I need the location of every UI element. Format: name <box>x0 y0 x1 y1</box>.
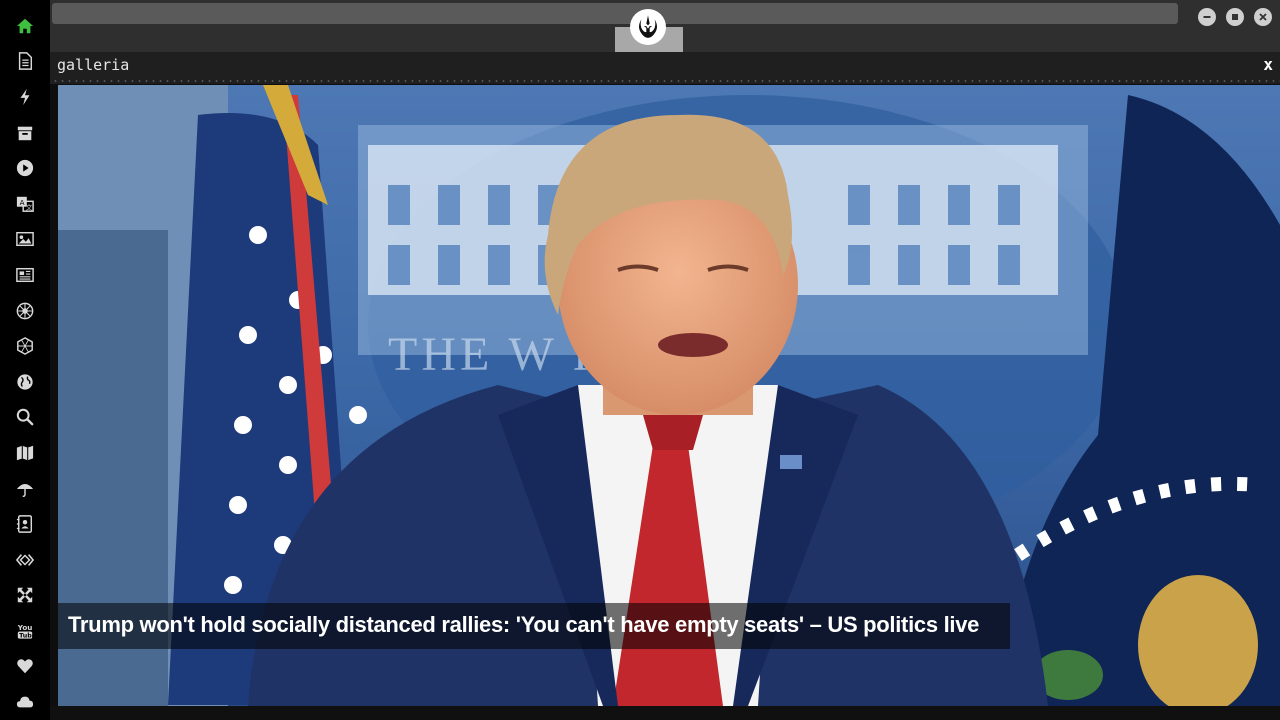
map-icon[interactable] <box>0 435 50 471</box>
caption-text[interactable]: Trump won't hold socially distanced rall… <box>68 612 979 638</box>
rebel-alliance-icon[interactable] <box>630 9 666 45</box>
youtube-icon[interactable]: YouTube <box>0 613 50 649</box>
cloud-icon[interactable] <box>0 684 50 720</box>
image-icon[interactable] <box>0 222 50 258</box>
contacts-icon[interactable] <box>0 506 50 542</box>
sidebar: A文 YouTube <box>0 0 50 720</box>
svg-text:文: 文 <box>26 202 33 211</box>
hexagon-icon[interactable] <box>0 328 50 364</box>
archive-icon[interactable] <box>0 115 50 151</box>
globe-icon[interactable] <box>0 364 50 400</box>
home-icon[interactable] <box>0 8 50 44</box>
heart-icon[interactable] <box>0 649 50 685</box>
code-icon[interactable] <box>0 542 50 578</box>
newspaper-icon[interactable] <box>0 257 50 293</box>
svg-text:You: You <box>17 623 33 632</box>
umbrella-icon[interactable] <box>0 471 50 507</box>
svg-text:A: A <box>20 198 25 207</box>
panel-title: galleria <box>57 56 130 74</box>
play-icon[interactable] <box>0 150 50 186</box>
top-bar <box>50 0 1280 52</box>
divider <box>52 80 1280 82</box>
maximize-icon[interactable] <box>1226 8 1244 26</box>
translate-icon[interactable]: A文 <box>0 186 50 222</box>
close-icon[interactable] <box>1254 8 1272 26</box>
empire-icon[interactable] <box>0 293 50 329</box>
panel-close-button[interactable]: x <box>1263 55 1273 74</box>
address-bar[interactable] <box>52 3 1178 24</box>
minimize-icon[interactable] <box>1198 8 1216 26</box>
expand-icon[interactable] <box>0 578 50 614</box>
lightning-icon[interactable] <box>0 79 50 115</box>
bottom-strip <box>50 706 1280 720</box>
svg-text:Tube: Tube <box>19 632 34 639</box>
gallery-caption: Trump won't hold socially distanced rall… <box>58 603 1010 649</box>
search-icon[interactable] <box>0 400 50 436</box>
document-icon[interactable] <box>0 44 50 80</box>
